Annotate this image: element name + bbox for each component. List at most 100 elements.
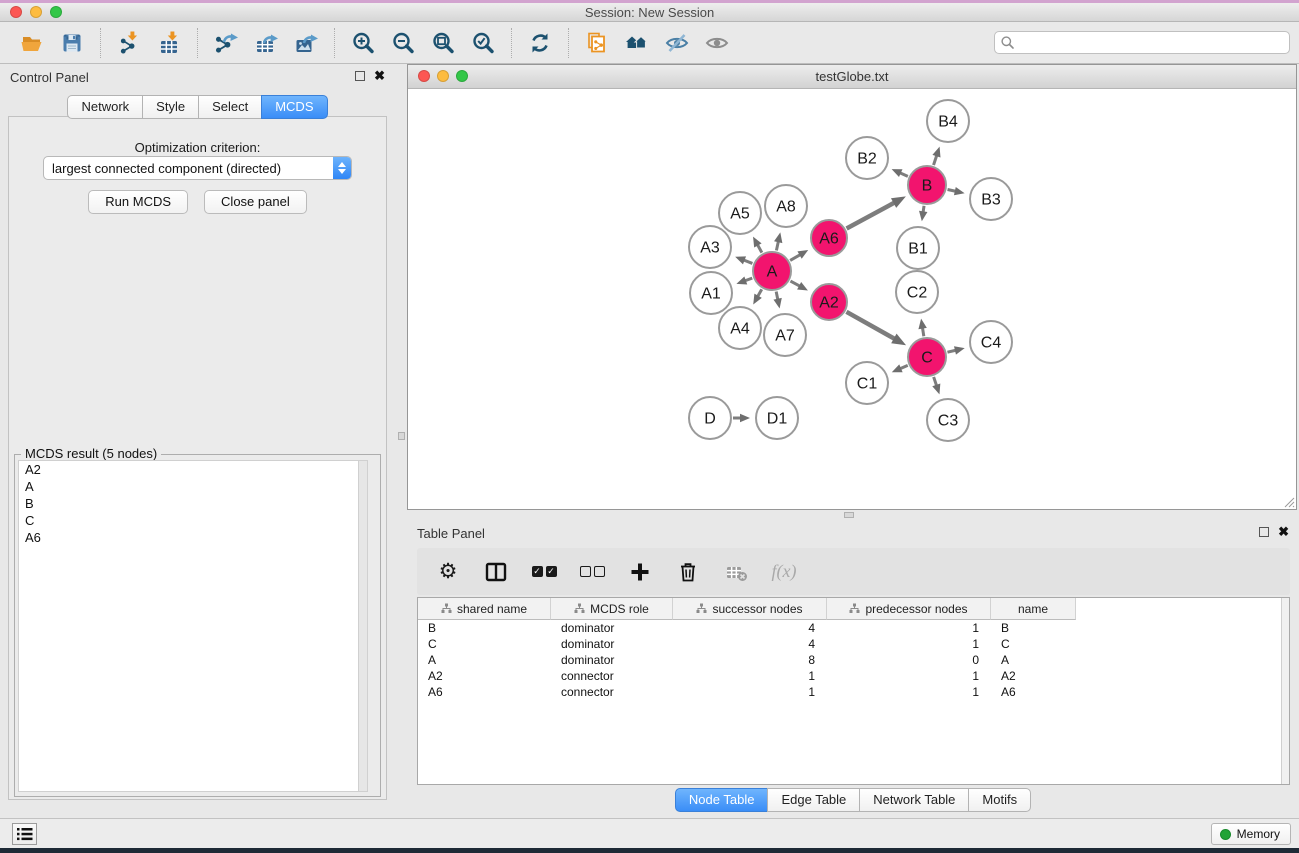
result-item[interactable]: A6: [19, 529, 367, 546]
tab-select[interactable]: Select: [198, 95, 262, 119]
close-panel-icon[interactable]: ✖: [374, 71, 385, 81]
table-cell[interactable]: 4: [673, 621, 827, 635]
close-panel-icon[interactable]: ✖: [1278, 527, 1289, 537]
splitter-handle[interactable]: [398, 432, 405, 440]
table-cell[interactable]: A2: [418, 669, 551, 683]
column-header-successor-nodes[interactable]: successor nodes: [673, 598, 827, 620]
hide-graphics-details-button[interactable]: [657, 25, 697, 61]
close-panel-button[interactable]: Close panel: [204, 190, 307, 214]
network-graph[interactable]: B4B2BB3A8A5A6A3B1AC2A1A2A4A7C4CC1DD1C3: [408, 89, 1296, 509]
table-cell[interactable]: A2: [991, 669, 1076, 683]
vertical-splitter[interactable]: [395, 64, 407, 818]
column-layout-button[interactable]: [479, 555, 513, 589]
zoom-in-button[interactable]: [343, 25, 383, 61]
table-row[interactable]: Bdominator41B: [418, 620, 1281, 636]
table-cell[interactable]: dominator: [551, 653, 673, 667]
table-cell[interactable]: connector: [551, 685, 673, 699]
tab-motifs[interactable]: Motifs: [968, 788, 1031, 812]
table-cell[interactable]: C: [991, 637, 1076, 651]
gear-button[interactable]: ⚙: [431, 555, 465, 589]
column-header-predecessor-nodes[interactable]: predecessor nodes: [827, 598, 991, 620]
tab-network[interactable]: Network: [67, 95, 143, 119]
table-cell[interactable]: 1: [673, 669, 827, 683]
open-file-button[interactable]: [12, 25, 52, 61]
float-panel-icon[interactable]: [355, 71, 365, 81]
edge-A2-C[interactable]: [846, 312, 895, 340]
result-item[interactable]: C: [19, 512, 367, 529]
column-header-shared-name[interactable]: shared name: [418, 598, 551, 620]
add-column-button[interactable]: [623, 555, 657, 589]
tab-style[interactable]: Style: [142, 95, 199, 119]
table-row[interactable]: A6connector11A6: [418, 684, 1281, 700]
tab-mcds[interactable]: MCDS: [261, 95, 327, 119]
table-cell[interactable]: 1: [827, 669, 991, 683]
column-header-MCDS-role[interactable]: MCDS role: [551, 598, 673, 620]
run-mcds-button[interactable]: Run MCDS: [88, 190, 188, 214]
float-panel-icon[interactable]: [1259, 527, 1269, 537]
table-cell[interactable]: 1: [827, 685, 991, 699]
criterion-dropdown[interactable]: largest connected component (directed): [43, 156, 352, 180]
deselect-all-button[interactable]: [575, 555, 609, 589]
table-cell[interactable]: 0: [827, 653, 991, 667]
node-table[interactable]: shared nameMCDS rolesuccessor nodesprede…: [417, 597, 1290, 785]
save-session-button[interactable]: [52, 25, 92, 61]
network-minimize-button[interactable]: [437, 70, 449, 82]
table-cell[interactable]: A6: [991, 685, 1076, 699]
table-cell[interactable]: dominator: [551, 621, 673, 635]
table-cell[interactable]: C: [418, 637, 551, 651]
network-canvas[interactable]: B4B2BB3A8A5A6A3B1AC2A1A2A4A7C4CC1DD1C3: [408, 89, 1296, 509]
table-cell[interactable]: A: [991, 653, 1076, 667]
edge-A6-B[interactable]: [847, 202, 896, 228]
new-network-from-selection-button[interactable]: [577, 25, 617, 61]
delete-column-button[interactable]: [671, 555, 705, 589]
zoom-window-button[interactable]: [50, 6, 62, 18]
table-scrollbar[interactable]: [1281, 598, 1289, 784]
column-header-name[interactable]: name: [991, 598, 1076, 620]
export-image-button[interactable]: [286, 25, 326, 61]
show-graphics-details-button[interactable]: [697, 25, 737, 61]
zoom-selected-button[interactable]: [463, 25, 503, 61]
table-cell[interactable]: dominator: [551, 637, 673, 651]
network-close-button[interactable]: [418, 70, 430, 82]
app-titlebar[interactable]: Session: New Session: [0, 3, 1299, 22]
export-table-button[interactable]: [246, 25, 286, 61]
tab-network-table[interactable]: Network Table: [859, 788, 969, 812]
table-cell[interactable]: 8: [673, 653, 827, 667]
table-row[interactable]: Adominator80A: [418, 652, 1281, 668]
select-all-button[interactable]: ✓✓: [527, 555, 561, 589]
tab-node-table[interactable]: Node Table: [675, 788, 769, 812]
table-cell[interactable]: 1: [827, 621, 991, 635]
export-network-button[interactable]: [206, 25, 246, 61]
table-row[interactable]: A2connector11A2: [418, 668, 1281, 684]
network-zoom-button[interactable]: [456, 70, 468, 82]
mcds-result-list[interactable]: A2ABCA6: [18, 460, 368, 792]
minimize-window-button[interactable]: [30, 6, 42, 18]
table-cell[interactable]: A6: [418, 685, 551, 699]
result-item[interactable]: A2: [19, 461, 367, 478]
splitter-handle[interactable]: [844, 512, 854, 518]
refresh-layout-button[interactable]: [520, 25, 560, 61]
search-field[interactable]: [994, 31, 1290, 54]
result-item[interactable]: A: [19, 478, 367, 495]
tab-edge-table[interactable]: Edge Table: [767, 788, 860, 812]
memory-button[interactable]: Memory: [1211, 823, 1291, 845]
table-cell[interactable]: A: [418, 653, 551, 667]
network-window-titlebar[interactable]: testGlobe.txt: [408, 65, 1296, 89]
result-item[interactable]: B: [19, 495, 367, 512]
table-cell[interactable]: B: [418, 621, 551, 635]
table-cell[interactable]: B: [991, 621, 1076, 635]
first-neighbors-button[interactable]: [617, 25, 657, 61]
zoom-out-button[interactable]: [383, 25, 423, 61]
network-window-controls[interactable]: [418, 70, 468, 82]
close-window-button[interactable]: [10, 6, 22, 18]
resize-grip-icon[interactable]: [1281, 494, 1295, 508]
horizontal-splitter[interactable]: [407, 510, 1299, 520]
search-input[interactable]: [1015, 36, 1289, 50]
table-cell[interactable]: 4: [673, 637, 827, 651]
zoom-fit-button[interactable]: [423, 25, 463, 61]
function-builder-button[interactable]: f(x): [767, 555, 801, 589]
table-cell[interactable]: 1: [827, 637, 991, 651]
result-list-scrollbar[interactable]: [358, 461, 367, 791]
import-network-button[interactable]: [109, 25, 149, 61]
table-row[interactable]: Cdominator41C: [418, 636, 1281, 652]
